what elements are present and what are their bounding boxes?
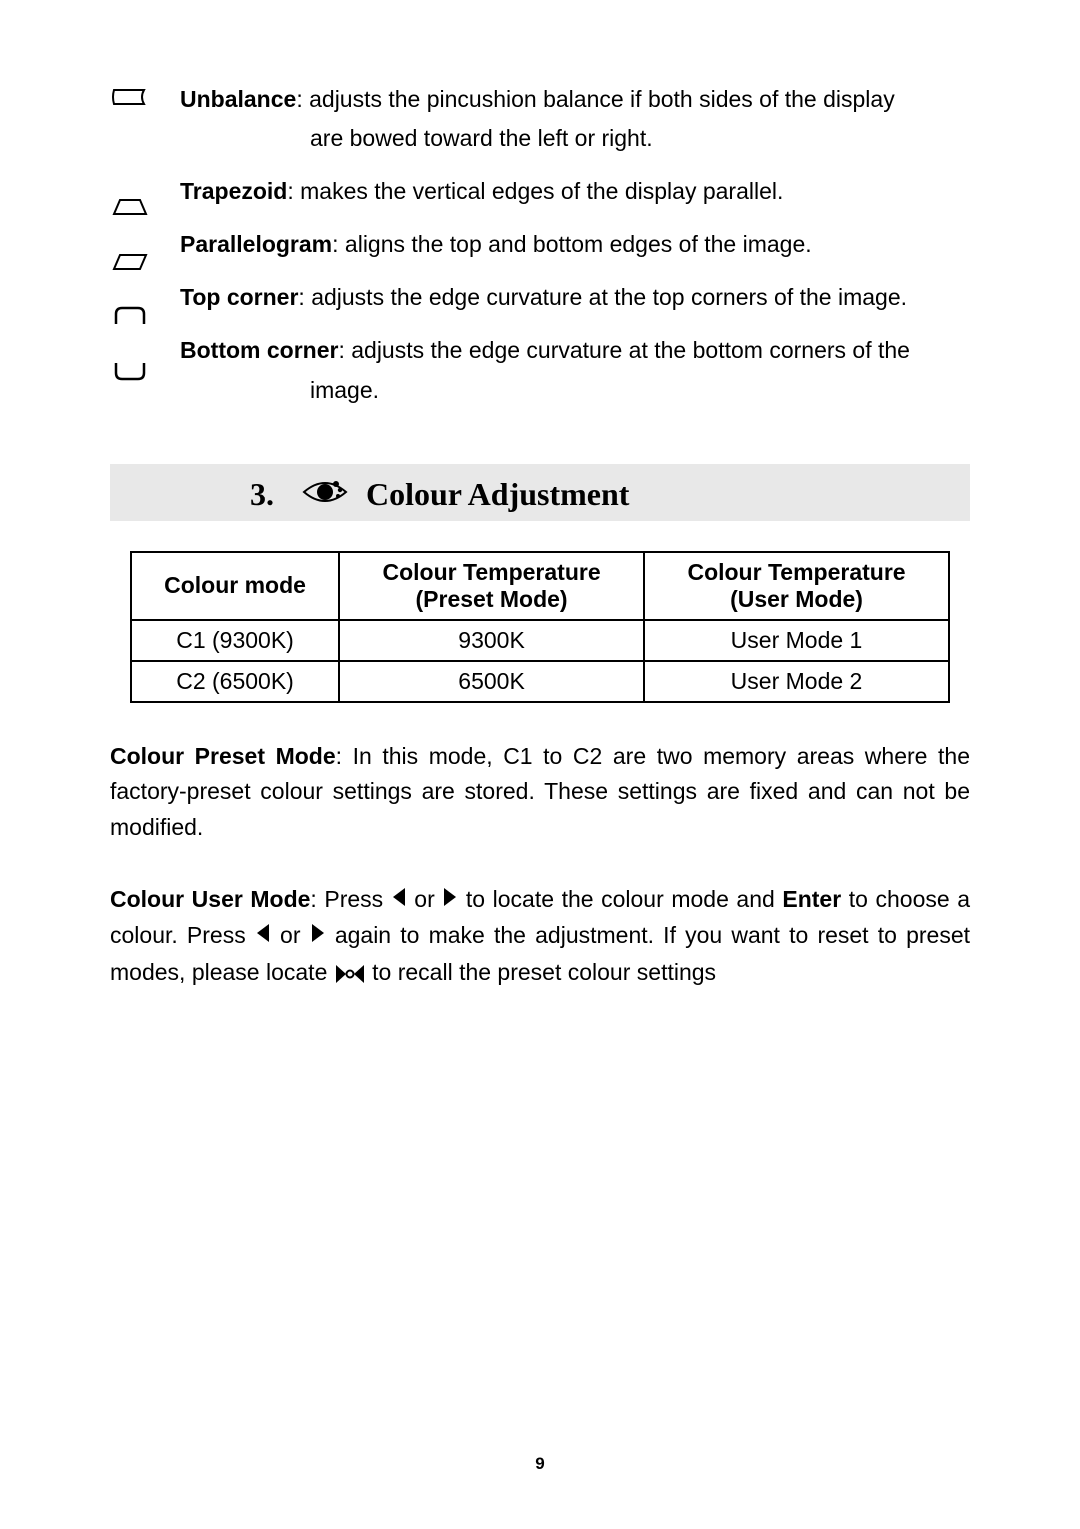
- term-unbalance: Unbalance: [180, 86, 296, 112]
- or2: or: [271, 922, 310, 948]
- th-user-l1: Colour Temperature: [687, 559, 905, 585]
- cont-unbalance: are bowed toward the left or right.: [310, 119, 970, 158]
- seg1: : Press: [310, 886, 390, 912]
- th-preset-l1: Colour Temperature: [383, 559, 601, 585]
- top-corner-icon: [110, 304, 150, 359]
- page-number: 9: [0, 1454, 1080, 1474]
- def-trapezoid: Trapezoid: makes the vertical edges of t…: [180, 172, 970, 211]
- th-mode: Colour mode: [131, 552, 339, 620]
- bottom-corner-icon: [110, 359, 150, 414]
- term-top-corner: Top corner: [180, 284, 298, 310]
- unbalance-icon: [110, 84, 150, 139]
- cell-mode-0: C1 (9300K): [131, 620, 339, 661]
- cell-preset-0: 9300K: [339, 620, 644, 661]
- th-preset: Colour Temperature (Preset Mode): [339, 552, 644, 620]
- colour-table: Colour mode Colour Temperature (Preset M…: [130, 551, 950, 703]
- desc-parallelogram: : aligns the top and bottom edges of the…: [332, 231, 812, 257]
- parallelogram-icon: [110, 249, 150, 304]
- cell-preset-1: 6500K: [339, 661, 644, 702]
- right-arrow-icon: [442, 883, 458, 919]
- desc-trapezoid: : makes the vertical edges of the displa…: [287, 178, 783, 204]
- left-arrow-icon: [255, 919, 271, 955]
- recall-icon: [334, 959, 366, 985]
- section-number: 3.: [250, 476, 274, 513]
- table-row: C1 (9300K) 9300K User Mode 1: [131, 620, 949, 661]
- seg2: to locate the colour mode and: [458, 886, 782, 912]
- cell-mode-1: C2 (6500K): [131, 661, 339, 702]
- trapezoid-icon: [110, 194, 150, 249]
- term-trapezoid: Trapezoid: [180, 178, 287, 204]
- term-bottom-corner: Bottom corner: [180, 337, 338, 363]
- cell-user-1: User Mode 2: [644, 661, 949, 702]
- cont-bottom-corner: image.: [310, 371, 970, 410]
- colour-preset-mode-para: Colour Preset Mode: In this mode, C1 to …: [110, 739, 970, 846]
- or1: or: [407, 886, 443, 912]
- def-parallelogram: Parallelogram: aligns the top and bottom…: [180, 225, 970, 264]
- th-preset-l2: (Preset Mode): [416, 586, 568, 612]
- lead-user: Colour User Mode: [110, 886, 310, 912]
- lead-preset: Colour Preset Mode: [110, 743, 336, 769]
- section-title: Colour Adjustment: [366, 476, 629, 513]
- section-header: 3. Colour Adjustment: [110, 464, 970, 521]
- def-top-corner: Top corner: adjusts the edge curvature a…: [180, 278, 970, 317]
- seg5: to recall the preset colour settings: [366, 959, 716, 985]
- enter-label: Enter: [782, 886, 841, 912]
- colour-user-mode-para: Colour User Mode: Press or to locate the…: [110, 882, 970, 991]
- table-row: C2 (6500K) 6500K User Mode 2: [131, 661, 949, 702]
- def-unbalance: Unbalance: adjusts the pincushion balanc…: [180, 80, 970, 158]
- desc-top-corner: : adjusts the edge curvature at the top …: [298, 284, 907, 310]
- right-arrow-icon: [310, 919, 326, 955]
- th-user: Colour Temperature (User Mode): [644, 552, 949, 620]
- left-arrow-icon: [391, 883, 407, 919]
- cell-user-0: User Mode 1: [644, 620, 949, 661]
- desc-unbalance: : adjusts the pincushion balance if both…: [296, 86, 894, 112]
- def-bottom-corner: Bottom corner: adjusts the edge curvatur…: [180, 331, 970, 409]
- colour-adjustment-icon: [300, 472, 350, 517]
- desc-bottom-corner: : adjusts the edge curvature at the bott…: [338, 337, 910, 363]
- term-parallelogram: Parallelogram: [180, 231, 332, 257]
- th-user-l2: (User Mode): [730, 586, 863, 612]
